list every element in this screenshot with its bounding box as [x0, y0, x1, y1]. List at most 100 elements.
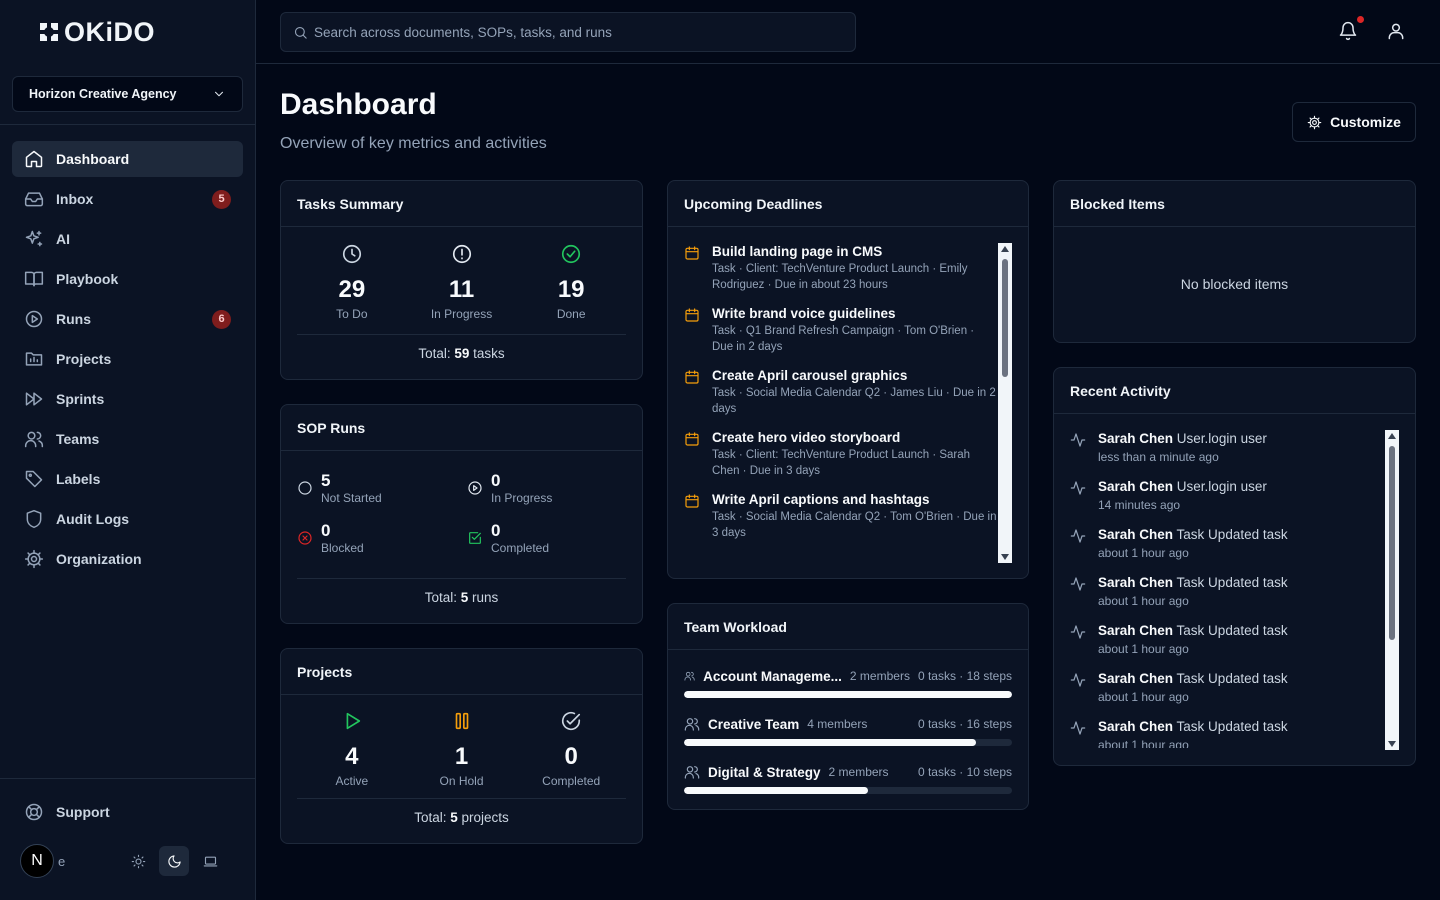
sidebar-item-label: AI	[56, 231, 70, 247]
list-item[interactable]: Sarah Chen Task Updated task about 1 hou…	[1070, 670, 1380, 718]
activity-time: about 1 hour ago	[1098, 642, 1189, 656]
activity-user: Sarah Chen	[1098, 671, 1174, 686]
gear-icon	[24, 549, 44, 569]
sop-in-progress[interactable]: 0 In Progress	[467, 471, 627, 505]
list-item[interactable]: Create hero video storyboard Task · Clie…	[684, 429, 998, 479]
scroll-down-arrow-icon[interactable]	[1388, 741, 1396, 747]
total-suffix: projects	[461, 810, 509, 825]
scrollbar-thumb[interactable]	[1002, 259, 1008, 377]
stat-label: Done	[556, 307, 586, 321]
team-row[interactable]: Digital & Strategy 2 members 0 tasks · 1…	[684, 762, 1012, 794]
sidebar-item-audit-logs[interactable]: Audit Logs	[12, 501, 243, 537]
deadline-meta: Task · Social Media Calendar Q2 · Tom O'…	[712, 511, 997, 539]
global-search[interactable]: Search across documents, SOPs, tasks, an…	[280, 12, 856, 52]
lifebuoy-icon	[25, 803, 43, 821]
theme-light-button[interactable]	[123, 846, 153, 876]
sidebar-divider	[0, 778, 255, 779]
book-icon	[24, 271, 44, 287]
workload-bar	[684, 787, 1012, 794]
scroll-up-arrow-icon[interactable]	[1388, 433, 1396, 439]
projects-card: Projects 4 Active 1 On Hold 0 Completed …	[280, 648, 643, 844]
sop-completed[interactable]: 0 Completed	[467, 521, 627, 555]
stat-label: Not Started	[321, 491, 382, 505]
team-members: 2 members	[828, 765, 889, 779]
stat-active[interactable]: 4 Active	[297, 710, 407, 788]
sidebar-item-dashboard[interactable]: Dashboard	[12, 141, 243, 177]
list-item[interactable]: Sarah Chen Task Updated task about 1 hou…	[1070, 718, 1380, 748]
sidebar-item-runs[interactable]: Runs 6	[12, 301, 243, 337]
tasks-summary-card: Tasks Summary 29 To Do 11 In Progress 19…	[280, 180, 643, 380]
sop-not-started[interactable]: 5 Not Started	[297, 471, 467, 505]
tasks-total: Total: 59 tasks	[281, 346, 642, 361]
list-item[interactable]: Create April carousel graphics Task · So…	[684, 367, 998, 417]
sidebar-item-organization[interactable]: Organization	[12, 541, 243, 577]
notification-dot	[1357, 16, 1364, 23]
stat-completed[interactable]: 0 Completed	[516, 710, 626, 788]
scrollbar-thumb[interactable]	[1389, 446, 1395, 640]
sidebar-item-teams[interactable]: Teams	[12, 421, 243, 457]
organization-select[interactable]: Horizon Creative Agency	[12, 76, 243, 112]
activity-icon	[1070, 433, 1086, 447]
list-item[interactable]: Sarah Chen User.login user less than a m…	[1070, 430, 1380, 478]
sop-blocked[interactable]: 0 Blocked	[297, 521, 467, 555]
recent-activity-card: Recent Activity Sarah Chen User.login us…	[1053, 367, 1416, 766]
deadlines-scrollbar[interactable]	[998, 243, 1012, 563]
sidebar-item-sprints[interactable]: Sprints	[12, 381, 243, 417]
brand-name: OKiDO	[64, 17, 156, 47]
activity-time: less than a minute ago	[1098, 450, 1219, 464]
user-icon[interactable]	[1386, 21, 1406, 41]
stat-on-hold[interactable]: 1 On Hold	[407, 710, 517, 788]
theme-dark-button[interactable]	[159, 846, 189, 876]
search-input[interactable]: Search across documents, SOPs, tasks, an…	[314, 25, 612, 40]
list-item[interactable]: Sarah Chen User.login user 14 minutes ag…	[1070, 478, 1380, 526]
stat-value: 4	[345, 743, 359, 770]
theme-system-button[interactable]	[195, 846, 225, 876]
support-link[interactable]: Support	[24, 802, 110, 822]
list-item[interactable]: Sarah Chen Task Updated task about 1 hou…	[1070, 622, 1380, 670]
list-item[interactable]: Write brand voice guidelines Task · Q1 B…	[684, 305, 998, 355]
avatar[interactable]: N	[20, 844, 54, 878]
user-name: e	[58, 853, 66, 869]
activity-action: Task Updated task	[1176, 623, 1288, 638]
activity-user: Sarah Chen	[1098, 479, 1174, 494]
stat-done[interactable]: 19 Done	[516, 243, 626, 321]
team-name: Creative Team	[708, 716, 800, 732]
sidebar-item-labels[interactable]: Labels	[12, 461, 243, 497]
scroll-up-arrow-icon[interactable]	[1001, 246, 1009, 252]
logo-mark-icon	[40, 23, 58, 41]
user-menu[interactable]: N e	[20, 844, 235, 878]
stat-in-progress[interactable]: 11 In Progress	[407, 243, 517, 321]
alert-circle-icon	[452, 244, 471, 264]
card-title: Upcoming Deadlines	[668, 181, 1028, 227]
scroll-down-arrow-icon[interactable]	[1001, 554, 1009, 560]
sidebar: OKiDO Horizon Creative Agency Dashboard …	[0, 0, 256, 900]
sidebar-item-inbox[interactable]: Inbox 5	[12, 181, 243, 217]
stat-label: In Progress	[491, 491, 553, 505]
workload-bar-fill	[684, 691, 1012, 698]
activity-icon	[1070, 577, 1086, 591]
bell-icon[interactable]	[1338, 21, 1358, 41]
stat-todo[interactable]: 29 To Do	[297, 243, 407, 321]
list-item[interactable]: Build landing page in CMS Task · Client:…	[684, 243, 998, 293]
activity-user: Sarah Chen	[1098, 623, 1174, 638]
sidebar-item-label: Dashboard	[56, 151, 130, 167]
workload-bar	[684, 691, 1012, 698]
list-item[interactable]: Write April captions and hashtags Task ·…	[684, 491, 998, 541]
brand-logo[interactable]: OKiDO	[36, 18, 155, 46]
list-item[interactable]: Sarah Chen Task Updated task about 1 hou…	[1070, 574, 1380, 622]
list-item[interactable]: Sarah Chen Task Updated task about 1 hou…	[1070, 526, 1380, 574]
play-circle-icon	[468, 481, 482, 495]
inbox-count-badge: 5	[212, 189, 231, 209]
sidebar-item-label: Runs	[56, 311, 91, 327]
customize-button[interactable]: Customize	[1292, 102, 1416, 142]
sidebar-item-playbook[interactable]: Playbook	[12, 261, 243, 297]
stat-value: 0	[491, 471, 501, 490]
activity-scrollbar[interactable]	[1385, 430, 1399, 750]
sidebar-item-projects[interactable]: Projects	[12, 341, 243, 377]
card-divider	[297, 578, 626, 579]
blocked-items-card: Blocked Items No blocked items	[1053, 180, 1416, 343]
sidebar-item-ai[interactable]: AI	[12, 221, 243, 257]
team-row[interactable]: Creative Team 4 members 0 tasks · 16 ste…	[684, 714, 1012, 746]
team-workload-card: Team Workload Account Manageme... 2 memb…	[667, 603, 1029, 810]
team-row[interactable]: Account Manageme... 2 members 0 tasks · …	[684, 666, 1012, 698]
